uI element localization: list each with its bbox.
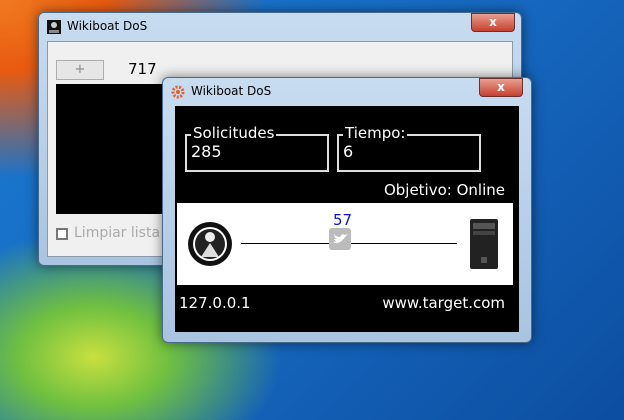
target-url: www.target.com [382, 294, 505, 312]
attack-panel: 57 [177, 203, 513, 285]
clear-list-checkbox[interactable] [56, 228, 68, 240]
add-button[interactable]: + [56, 60, 104, 80]
requests-label: Solicitudes [191, 124, 277, 142]
client-area: Solicitudes 285 Tiempo: 6 Objetivo: Onli… [175, 106, 519, 332]
packet-count: 57 [333, 211, 353, 229]
window-title: Wikiboat DoS [191, 84, 272, 98]
front-window: Wikiboat DoS x Solicitudes 285 Tiempo: 6… [162, 77, 532, 343]
count-label: 717 [128, 60, 157, 78]
window-title: Wikiboat DoS [67, 19, 148, 33]
close-button[interactable]: x [471, 13, 515, 32]
requests-group: Solicitudes 285 [185, 125, 329, 172]
time-group: Tiempo: 6 [337, 125, 481, 172]
time-value: 6 [343, 142, 354, 161]
time-label: Tiempo: [343, 124, 408, 142]
gear-icon [171, 85, 185, 99]
anonymous-logo-icon [188, 222, 232, 266]
bird-icon [329, 228, 351, 250]
server-icon [470, 219, 498, 269]
app-icon [47, 20, 61, 34]
target-status: Objetivo: Online [383, 181, 505, 199]
clear-list-label[interactable]: Limpiar lista [74, 225, 160, 241]
requests-value: 285 [191, 142, 222, 161]
source-ip: 127.0.0.1 [179, 294, 251, 312]
close-button[interactable]: x [479, 78, 523, 97]
